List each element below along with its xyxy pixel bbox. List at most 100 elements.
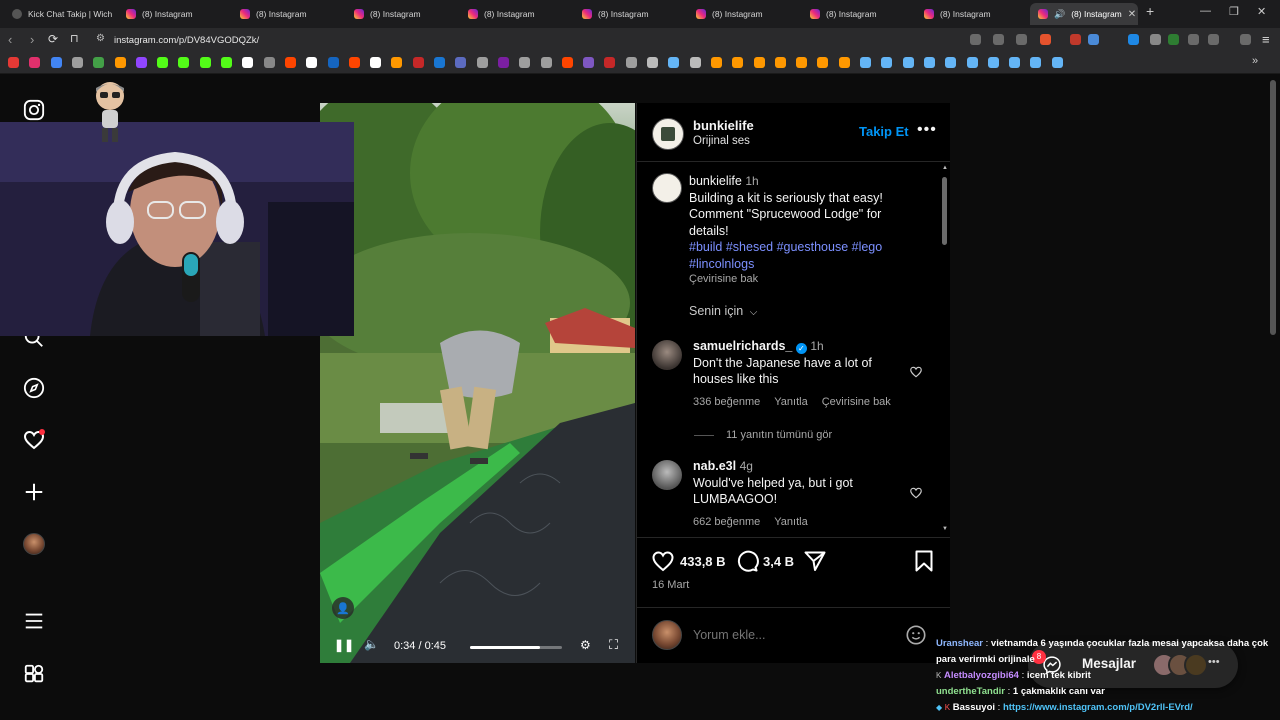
browser-tab[interactable]: (8) Instagram <box>460 3 572 25</box>
bookmark-favicon-icon[interactable] <box>540 57 552 68</box>
forward-icon[interactable]: › <box>30 32 34 47</box>
url-field[interactable]: ⚙ instagram.com/p/DV84VGODQZk/ <box>90 31 940 49</box>
see-translation-link[interactable]: Çevirisine bak <box>689 273 939 285</box>
bookmark-favicon-icon[interactable] <box>753 57 765 68</box>
browser-tab[interactable]: Kick Chat Takip | Wich <box>4 3 116 25</box>
bookmark-favicon-icon[interactable] <box>583 57 595 68</box>
bookmark-favicon-icon[interactable] <box>412 57 424 68</box>
volume-icon[interactable]: 🔈 <box>364 637 379 651</box>
more-bookmarks-icon[interactable]: » <box>1252 55 1258 67</box>
browser-tab[interactable]: (8) Instagram <box>574 3 686 25</box>
browser-tab-active[interactable]: 🔊 (8) Instagram ✕ <box>1030 3 1138 25</box>
profile-avatar[interactable] <box>22 532 46 556</box>
extensions-menu-icon[interactable] <box>1188 34 1199 45</box>
bookmark-favicon-icon[interactable] <box>838 57 850 68</box>
bookmark-favicon-icon[interactable] <box>497 57 509 68</box>
bookmark-favicon-icon[interactable] <box>476 57 488 68</box>
like-count[interactable]: 433,8 B <box>680 554 726 569</box>
bookmark-favicon-icon[interactable] <box>902 57 914 68</box>
create-plus-icon[interactable] <box>22 480 46 504</box>
menu-icon[interactable]: ≡ <box>1262 32 1270 47</box>
like-comment-icon[interactable] <box>909 486 923 500</box>
sidebar-icon[interactable] <box>1208 34 1219 45</box>
back-icon[interactable]: ‹ <box>8 32 12 47</box>
browser-tab[interactable]: (8) Instagram <box>916 3 1028 25</box>
more-menu-icon[interactable] <box>22 609 46 633</box>
zoom-icon[interactable] <box>993 34 1004 45</box>
bookmark-favicon-icon[interactable] <box>796 57 808 68</box>
bookmark-favicon-icon[interactable] <box>157 57 169 68</box>
more-options-icon[interactable]: ••• <box>917 121 937 139</box>
bookmark-favicon-icon[interactable] <box>881 57 893 68</box>
bookmark-favicon-icon[interactable] <box>817 57 829 68</box>
explore-icon[interactable] <box>22 376 46 400</box>
bookmark-favicon-icon[interactable] <box>114 57 126 68</box>
browser-tab[interactable]: (8) Instagram <box>802 3 914 25</box>
extension-icon[interactable] <box>1088 34 1099 45</box>
bookmark-favicon-icon[interactable] <box>348 57 360 68</box>
bookmark-favicon-icon[interactable] <box>327 57 339 68</box>
bookmark-favicon-icon[interactable] <box>561 57 573 68</box>
page-scrollbar[interactable] <box>1270 80 1276 335</box>
maximize-icon[interactable]: ❐ <box>1229 5 1239 18</box>
extension-icon[interactable] <box>1128 34 1139 45</box>
commenter-name[interactable]: nab.e3l <box>693 459 736 473</box>
bookmark-favicon-icon[interactable] <box>668 57 680 68</box>
bookmark-favicon-icon[interactable] <box>93 57 105 68</box>
scroll-down-icon[interactable]: ▼ <box>942 526 948 532</box>
bookmark-favicon-icon[interactable] <box>923 57 935 68</box>
notifications-heart-icon[interactable] <box>22 428 46 452</box>
browser-tab[interactable]: (8) Instagram <box>232 3 344 25</box>
cast-icon[interactable] <box>970 34 981 45</box>
commenter-name[interactable]: samuelrichards_ <box>693 339 792 353</box>
save-bookmark-icon[interactable] <box>912 549 936 573</box>
view-replies-link[interactable]: 11 yanıtın tümünü gör <box>694 429 832 441</box>
brave-shield-icon[interactable] <box>1040 34 1051 45</box>
bookmark-favicon-icon[interactable] <box>710 57 722 68</box>
bookmark-favicon-icon[interactable] <box>945 57 957 68</box>
bookmark-page-icon[interactable]: ⊓ <box>70 32 79 45</box>
bookmark-favicon-icon[interactable] <box>966 57 978 68</box>
minimize-icon[interactable]: — <box>1200 5 1211 17</box>
reload-icon[interactable]: ⟳ <box>48 32 58 46</box>
bookmark-favicon-icon[interactable] <box>221 57 232 68</box>
bookmark-favicon-icon[interactable] <box>199 57 211 68</box>
author-avatar[interactable] <box>652 118 684 150</box>
bookmark-favicon-icon[interactable] <box>1051 57 1063 68</box>
bookmark-favicon-icon[interactable] <box>519 57 531 68</box>
bookmark-favicon-icon[interactable] <box>625 57 637 68</box>
new-tab-icon[interactable]: + <box>1146 3 1154 19</box>
tagged-users-icon[interactable]: 👤 <box>332 597 354 619</box>
close-window-icon[interactable]: ✕ <box>1257 5 1266 18</box>
share-icon[interactable] <box>1016 34 1027 45</box>
hashtags[interactable]: #lincolnlogs <box>689 256 939 273</box>
speaker-icon[interactable]: 🔊 <box>1054 9 1065 20</box>
bookmark-favicon-icon[interactable] <box>50 57 62 68</box>
bookmark-favicon-icon[interactable] <box>647 57 658 68</box>
bookmark-favicon-icon[interactable] <box>8 57 19 68</box>
browser-tab[interactable]: (8) Instagram <box>346 3 458 25</box>
audio-label[interactable]: Orijinal ses <box>693 135 750 147</box>
video-progress-bar[interactable] <box>470 646 562 649</box>
bookmark-favicon-icon[interactable] <box>370 57 382 68</box>
browser-tab[interactable]: (8) Instagram <box>688 3 800 25</box>
media-icon[interactable] <box>1240 34 1251 45</box>
scroll-up-icon[interactable]: ▲ <box>942 165 948 171</box>
sort-comments-dropdown[interactable]: Senin için ⌵ <box>689 304 757 318</box>
follow-button[interactable]: Takip Et <box>859 124 909 139</box>
post-video[interactable]: 👤 ❚❚ 🔈 0:34 / 0:45 ⚙ ⛶ <box>320 103 635 663</box>
bookmark-favicon-icon[interactable] <box>455 57 467 68</box>
caption-author-avatar[interactable] <box>652 173 682 203</box>
bookmark-favicon-icon[interactable] <box>604 57 616 68</box>
chat-link[interactable]: https://www.instagram.com/p/DV2rll-EVrd/ <box>1003 702 1193 713</box>
bookmark-favicon-icon[interactable] <box>732 57 744 68</box>
share-icon[interactable] <box>803 549 827 573</box>
instagram-logo-icon[interactable] <box>22 98 46 122</box>
bookmark-favicon-icon[interactable] <box>306 57 318 68</box>
bookmark-favicon-icon[interactable] <box>1030 57 1042 68</box>
also-from-meta-icon[interactable] <box>22 662 46 686</box>
commenter-avatar[interactable] <box>652 460 682 490</box>
pause-icon[interactable]: ❚❚ <box>334 638 354 652</box>
commenter-avatar[interactable] <box>652 340 682 370</box>
current-user-avatar[interactable] <box>652 620 682 650</box>
